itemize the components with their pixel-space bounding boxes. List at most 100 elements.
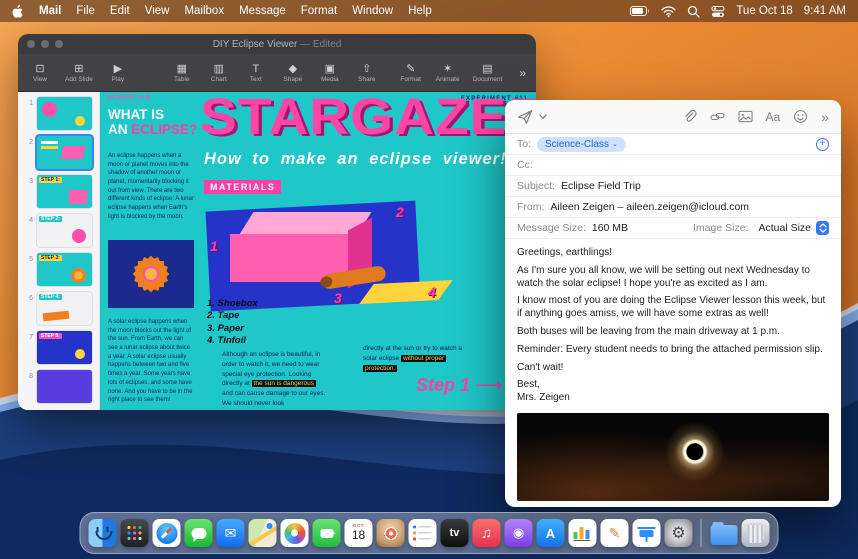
to-field[interactable]: To: Science-Class ⌄ + [505, 134, 841, 155]
slide-thumbnail-3[interactable]: 3 STEP 1: [18, 172, 99, 211]
keynote-tool-format[interactable]: ✎ Format [399, 63, 423, 83]
slide-thumbnail-5[interactable]: 5 STEP 3: [18, 250, 99, 289]
link-icon[interactable] [709, 109, 725, 124]
dock-mail[interactable]: ✉ [216, 519, 245, 547]
keynote-tool-view[interactable]: ⊡ View [28, 63, 52, 83]
keynote-tool-text[interactable]: T Text [244, 63, 268, 83]
image-size-popup[interactable]: Actual Size [758, 221, 829, 235]
slide-canvas[interactable]: SCIENCE 4-B EXPERIMENT #11 WHAT IS AN EC… [100, 92, 536, 410]
control-center-icon[interactable] [711, 5, 725, 18]
dock-facetime[interactable] [312, 519, 341, 547]
menu-bar-clock[interactable]: 9:41 AM [804, 5, 846, 17]
canvas-big-title[interactable]: STARGAZERS [200, 92, 536, 144]
dock-app-store[interactable]: A [536, 519, 565, 547]
dock-messages[interactable] [184, 519, 213, 547]
dock-tv[interactable]: tv [440, 519, 469, 547]
materials-list[interactable]: 1. Shoebox 2. Tape 3. Paper 4. Tinfoil [207, 298, 258, 347]
eclipse-photo-attachment[interactable] [517, 412, 829, 501]
apple-menu-icon[interactable] [12, 4, 24, 18]
spotlight-search-icon[interactable] [687, 5, 700, 18]
battery-icon[interactable] [630, 6, 650, 16]
menu-window[interactable]: Window [352, 5, 393, 17]
format-text-button[interactable]: Aa [766, 110, 781, 124]
keynote-tool-table[interactable]: ▦ Table [170, 63, 194, 83]
sun-illustration[interactable] [108, 240, 194, 308]
toolbar-overflow-chevrons-icon[interactable]: » [519, 66, 526, 80]
keynote-tool-media[interactable]: ▣ Media [318, 63, 342, 83]
menu-format[interactable]: Format [301, 5, 337, 17]
dock-finder[interactable] [88, 519, 117, 547]
canvas-heading[interactable]: WHAT IS AN ECLIPSE? [108, 107, 200, 138]
slide-thumbnail-7[interactable]: 7 STEP 5: [18, 328, 99, 367]
canvas-body-right[interactable]: directly at the sun or try to watch a so… [363, 344, 477, 373]
animate-icon: ✶ [443, 62, 453, 75]
menu-mailbox[interactable]: Mailbox [184, 5, 224, 17]
dock-keynote[interactable] [632, 519, 661, 547]
folder-icon [710, 521, 737, 545]
canvas-subtitle[interactable]: How to make an eclipse viewer! [204, 150, 507, 169]
dock-system-settings[interactable]: ⚙ [664, 519, 693, 547]
dock-calendar[interactable]: OCT 18 [344, 519, 373, 547]
wifi-icon[interactable] [661, 5, 676, 17]
recipient-token[interactable]: Science-Class ⌄ [537, 136, 626, 152]
menu-mail[interactable]: Mail [39, 5, 61, 17]
dock-music[interactable]: ♫ [472, 519, 501, 547]
slide-thumbnail-1[interactable]: 1 [18, 94, 99, 133]
menu-help[interactable]: Help [408, 5, 432, 17]
step-1-callout[interactable]: Step 1 ⟶ [416, 374, 502, 397]
dock-photo-booth[interactable] [376, 519, 405, 547]
subject-field[interactable]: Subject: Eclipse Field Trip [505, 176, 841, 197]
dock-launchpad[interactable] [120, 519, 149, 547]
emoji-icon[interactable] [793, 109, 808, 124]
dock-numbers[interactable] [568, 519, 597, 547]
image-size-value: Actual Size [758, 222, 811, 234]
toolbar-more-chevrons-icon[interactable]: » [821, 109, 829, 125]
chart-icon: ▥ [213, 62, 225, 75]
menu-edit[interactable]: Edit [110, 5, 130, 17]
slide-thumbnail-4[interactable]: 4 STEP 2: [18, 211, 99, 250]
video-camera-icon [320, 528, 335, 538]
materials-label[interactable]: MATERIALS [204, 180, 282, 194]
keynote-window[interactable]: DIY Eclipse Viewer — Edited ⊡ View ⊞ Add… [18, 34, 536, 410]
dock-safari[interactable] [152, 519, 181, 547]
dock-reminders[interactable] [408, 519, 437, 547]
dock: ✉ OCT 18 tv ♫ ◉ A ✎ ⚙ [79, 512, 779, 554]
share-icon: ⇧ [362, 62, 372, 75]
dock-maps[interactable] [248, 519, 277, 547]
keynote-tool-chart[interactable]: ▥ Chart [207, 63, 231, 83]
dock-trash[interactable] [741, 519, 770, 547]
send-options-chevron-icon[interactable] [539, 113, 547, 120]
photo-browser-icon[interactable] [737, 109, 753, 124]
canvas-body-left[interactable]: Although an eclipse is beautiful, in ord… [222, 350, 326, 409]
attach-paperclip-icon[interactable] [682, 109, 697, 124]
keynote-tool-document[interactable]: ▤ Document [473, 63, 503, 83]
slide-thumbnail-8[interactable]: 8 [18, 367, 99, 406]
cc-field[interactable]: Cc: [505, 155, 841, 176]
dock-podcasts[interactable]: ◉ [504, 519, 533, 547]
send-icon[interactable] [517, 109, 533, 125]
dock-photos[interactable] [280, 519, 309, 547]
keynote-tool-share[interactable]: ⇧ Share [355, 63, 379, 83]
add-recipient-button[interactable]: + [816, 137, 829, 151]
keynote-tool-shape[interactable]: ◆ Shape [281, 63, 305, 83]
slide-thumbnail-2-selected[interactable]: 2 [18, 133, 99, 172]
keynote-tool-animate[interactable]: ✶ Animate [436, 63, 460, 83]
mail-compose-window[interactable]: Aa » To: Science-Class ⌄ + Cc: Subject: [505, 100, 841, 507]
keynote-tool-add-slide[interactable]: ⊞ Add Slide [65, 63, 93, 83]
body-paragraph: Greetings, earthlings! [517, 247, 613, 258]
camera-lens-icon [384, 526, 397, 540]
message-body[interactable]: Greetings, earthlings! As I'm sure you a… [505, 239, 841, 507]
canvas-paragraph-2[interactable]: A solar eclipse happens when the moon bl… [108, 318, 194, 405]
keynote-tool-play[interactable]: ▶ Play [106, 63, 130, 83]
menu-bar: Mail File Edit View Mailbox Message Form… [0, 0, 858, 22]
canvas-paragraph-1[interactable]: An eclipse happens when a moon or planet… [108, 152, 194, 222]
dock-downloads-folder[interactable] [710, 519, 738, 547]
menu-file[interactable]: File [76, 5, 95, 17]
menu-bar-date[interactable]: Tue Oct 18 [736, 5, 792, 17]
from-field[interactable]: From: Aileen Zeigen – aileen.zeigen@iclo… [505, 197, 841, 218]
photos-pinwheel-icon [284, 522, 305, 544]
slide-thumbnail-6[interactable]: 6 STEP 4: [18, 289, 99, 328]
menu-view[interactable]: View [145, 5, 170, 17]
menu-message[interactable]: Message [239, 5, 286, 17]
dock-pages[interactable]: ✎ [600, 519, 629, 547]
